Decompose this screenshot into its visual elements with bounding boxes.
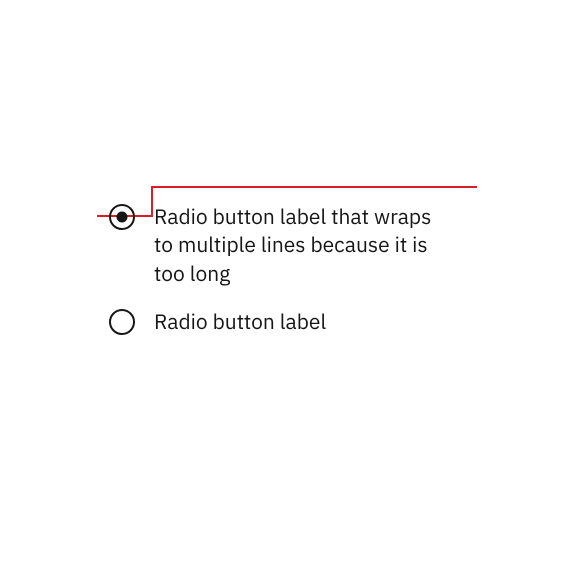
radio-option-2-label: Radio button label bbox=[154, 307, 326, 335]
radio-option-1[interactable]: Radio button label that wraps to multipl… bbox=[108, 202, 468, 287]
radio-option-2[interactable]: Radio button label bbox=[108, 307, 468, 336]
radio-option-1-label: Radio button label that wraps to multipl… bbox=[154, 202, 434, 287]
radio-group: Radio button label that wraps to multipl… bbox=[108, 202, 468, 356]
radio-indicator-unselected-icon bbox=[108, 308, 136, 336]
radio-indicator-selected-icon bbox=[108, 203, 136, 231]
